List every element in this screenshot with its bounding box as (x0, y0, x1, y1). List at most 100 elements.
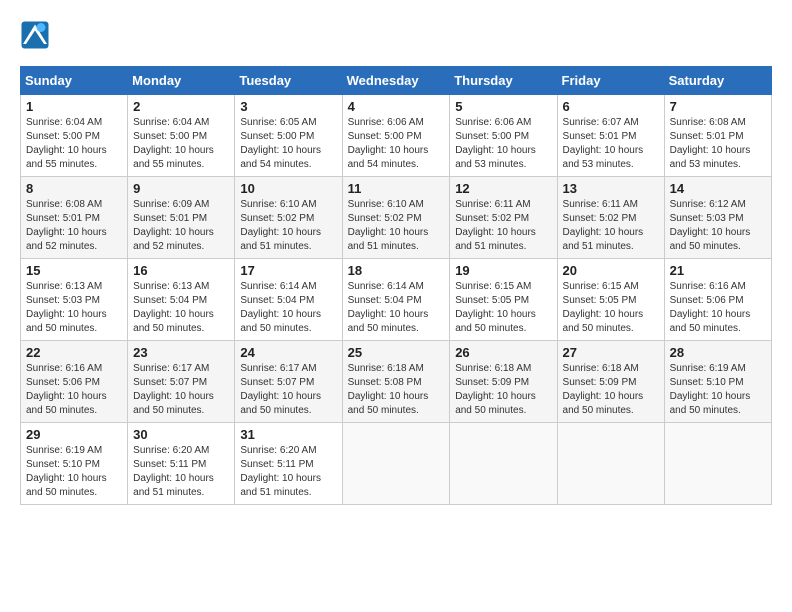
calendar-cell: 17 Sunrise: 6:14 AM Sunset: 5:04 PM Dayl… (235, 259, 342, 341)
logo-icon (20, 20, 50, 50)
day-number: 12 (455, 181, 551, 196)
day-info: Sunrise: 6:15 AM Sunset: 5:05 PM Dayligh… (455, 280, 551, 336)
day-info: Sunrise: 6:09 AM Sunset: 5:01 PM Dayligh… (133, 198, 229, 254)
calendar-cell: 1 Sunrise: 6:04 AM Sunset: 5:00 PM Dayli… (21, 95, 128, 177)
calendar-cell: 22 Sunrise: 6:16 AM Sunset: 5:06 PM Dayl… (21, 341, 128, 423)
calendar-cell: 11 Sunrise: 6:10 AM Sunset: 5:02 PM Dayl… (342, 177, 450, 259)
day-info: Sunrise: 6:04 AM Sunset: 5:00 PM Dayligh… (133, 116, 229, 172)
calendar-cell: 15 Sunrise: 6:13 AM Sunset: 5:03 PM Dayl… (21, 259, 128, 341)
calendar-week-row: 22 Sunrise: 6:16 AM Sunset: 5:06 PM Dayl… (21, 341, 772, 423)
day-number: 15 (26, 263, 122, 278)
day-info: Sunrise: 6:18 AM Sunset: 5:09 PM Dayligh… (455, 362, 551, 418)
weekday-header: Friday (557, 67, 664, 95)
day-info: Sunrise: 6:06 AM Sunset: 5:00 PM Dayligh… (455, 116, 551, 172)
day-info: Sunrise: 6:14 AM Sunset: 5:04 PM Dayligh… (348, 280, 445, 336)
calendar-cell: 28 Sunrise: 6:19 AM Sunset: 5:10 PM Dayl… (664, 341, 771, 423)
day-number: 22 (26, 345, 122, 360)
calendar-cell (664, 423, 771, 505)
calendar-cell: 18 Sunrise: 6:14 AM Sunset: 5:04 PM Dayl… (342, 259, 450, 341)
day-info: Sunrise: 6:19 AM Sunset: 5:10 PM Dayligh… (26, 444, 122, 500)
day-number: 19 (455, 263, 551, 278)
calendar-cell: 12 Sunrise: 6:11 AM Sunset: 5:02 PM Dayl… (450, 177, 557, 259)
day-number: 10 (240, 181, 336, 196)
day-number: 20 (563, 263, 659, 278)
day-info: Sunrise: 6:13 AM Sunset: 5:03 PM Dayligh… (26, 280, 122, 336)
calendar-cell: 30 Sunrise: 6:20 AM Sunset: 5:11 PM Dayl… (128, 423, 235, 505)
calendar-cell: 13 Sunrise: 6:11 AM Sunset: 5:02 PM Dayl… (557, 177, 664, 259)
day-number: 3 (240, 99, 336, 114)
day-number: 16 (133, 263, 229, 278)
day-number: 21 (670, 263, 766, 278)
logo (20, 20, 54, 50)
day-number: 30 (133, 427, 229, 442)
day-info: Sunrise: 6:16 AM Sunset: 5:06 PM Dayligh… (670, 280, 766, 336)
calendar-cell: 19 Sunrise: 6:15 AM Sunset: 5:05 PM Dayl… (450, 259, 557, 341)
day-info: Sunrise: 6:05 AM Sunset: 5:00 PM Dayligh… (240, 116, 336, 172)
day-number: 13 (563, 181, 659, 196)
day-number: 28 (670, 345, 766, 360)
day-number: 4 (348, 99, 445, 114)
day-info: Sunrise: 6:04 AM Sunset: 5:00 PM Dayligh… (26, 116, 122, 172)
day-info: Sunrise: 6:13 AM Sunset: 5:04 PM Dayligh… (133, 280, 229, 336)
day-number: 29 (26, 427, 122, 442)
day-number: 24 (240, 345, 336, 360)
calendar-week-row: 15 Sunrise: 6:13 AM Sunset: 5:03 PM Dayl… (21, 259, 772, 341)
day-number: 11 (348, 181, 445, 196)
day-number: 6 (563, 99, 659, 114)
day-info: Sunrise: 6:10 AM Sunset: 5:02 PM Dayligh… (240, 198, 336, 254)
calendar-cell: 10 Sunrise: 6:10 AM Sunset: 5:02 PM Dayl… (235, 177, 342, 259)
day-number: 14 (670, 181, 766, 196)
day-info: Sunrise: 6:07 AM Sunset: 5:01 PM Dayligh… (563, 116, 659, 172)
calendar-cell (557, 423, 664, 505)
day-info: Sunrise: 6:08 AM Sunset: 5:01 PM Dayligh… (670, 116, 766, 172)
day-number: 27 (563, 345, 659, 360)
calendar-week-row: 29 Sunrise: 6:19 AM Sunset: 5:10 PM Dayl… (21, 423, 772, 505)
calendar-cell: 25 Sunrise: 6:18 AM Sunset: 5:08 PM Dayl… (342, 341, 450, 423)
day-info: Sunrise: 6:14 AM Sunset: 5:04 PM Dayligh… (240, 280, 336, 336)
calendar-cell (450, 423, 557, 505)
calendar-cell: 29 Sunrise: 6:19 AM Sunset: 5:10 PM Dayl… (21, 423, 128, 505)
day-number: 31 (240, 427, 336, 442)
calendar-cell: 2 Sunrise: 6:04 AM Sunset: 5:00 PM Dayli… (128, 95, 235, 177)
calendar-cell: 26 Sunrise: 6:18 AM Sunset: 5:09 PM Dayl… (450, 341, 557, 423)
day-info: Sunrise: 6:10 AM Sunset: 5:02 PM Dayligh… (348, 198, 445, 254)
calendar-cell: 8 Sunrise: 6:08 AM Sunset: 5:01 PM Dayli… (21, 177, 128, 259)
calendar-cell: 20 Sunrise: 6:15 AM Sunset: 5:05 PM Dayl… (557, 259, 664, 341)
day-info: Sunrise: 6:11 AM Sunset: 5:02 PM Dayligh… (455, 198, 551, 254)
day-info: Sunrise: 6:20 AM Sunset: 5:11 PM Dayligh… (240, 444, 336, 500)
day-info: Sunrise: 6:19 AM Sunset: 5:10 PM Dayligh… (670, 362, 766, 418)
calendar-cell: 6 Sunrise: 6:07 AM Sunset: 5:01 PM Dayli… (557, 95, 664, 177)
day-info: Sunrise: 6:18 AM Sunset: 5:09 PM Dayligh… (563, 362, 659, 418)
calendar-cell: 14 Sunrise: 6:12 AM Sunset: 5:03 PM Dayl… (664, 177, 771, 259)
page-header (20, 20, 772, 50)
calendar-cell: 31 Sunrise: 6:20 AM Sunset: 5:11 PM Dayl… (235, 423, 342, 505)
calendar-cell: 16 Sunrise: 6:13 AM Sunset: 5:04 PM Dayl… (128, 259, 235, 341)
calendar-cell: 3 Sunrise: 6:05 AM Sunset: 5:00 PM Dayli… (235, 95, 342, 177)
day-info: Sunrise: 6:17 AM Sunset: 5:07 PM Dayligh… (133, 362, 229, 418)
day-info: Sunrise: 6:15 AM Sunset: 5:05 PM Dayligh… (563, 280, 659, 336)
weekday-header: Wednesday (342, 67, 450, 95)
weekday-header: Thursday (450, 67, 557, 95)
day-info: Sunrise: 6:18 AM Sunset: 5:08 PM Dayligh… (348, 362, 445, 418)
day-number: 23 (133, 345, 229, 360)
day-number: 17 (240, 263, 336, 278)
day-info: Sunrise: 6:11 AM Sunset: 5:02 PM Dayligh… (563, 198, 659, 254)
day-number: 1 (26, 99, 122, 114)
calendar-cell: 9 Sunrise: 6:09 AM Sunset: 5:01 PM Dayli… (128, 177, 235, 259)
calendar-cell: 7 Sunrise: 6:08 AM Sunset: 5:01 PM Dayli… (664, 95, 771, 177)
day-number: 2 (133, 99, 229, 114)
calendar-cell: 27 Sunrise: 6:18 AM Sunset: 5:09 PM Dayl… (557, 341, 664, 423)
calendar-cell: 24 Sunrise: 6:17 AM Sunset: 5:07 PM Dayl… (235, 341, 342, 423)
day-info: Sunrise: 6:17 AM Sunset: 5:07 PM Dayligh… (240, 362, 336, 418)
calendar-table: SundayMondayTuesdayWednesdayThursdayFrid… (20, 66, 772, 505)
calendar-cell: 5 Sunrise: 6:06 AM Sunset: 5:00 PM Dayli… (450, 95, 557, 177)
day-number: 8 (26, 181, 122, 196)
day-number: 7 (670, 99, 766, 114)
calendar-cell: 23 Sunrise: 6:17 AM Sunset: 5:07 PM Dayl… (128, 341, 235, 423)
weekday-header: Monday (128, 67, 235, 95)
day-info: Sunrise: 6:06 AM Sunset: 5:00 PM Dayligh… (348, 116, 445, 172)
day-number: 5 (455, 99, 551, 114)
day-info: Sunrise: 6:12 AM Sunset: 5:03 PM Dayligh… (670, 198, 766, 254)
calendar-cell (342, 423, 450, 505)
day-number: 25 (348, 345, 445, 360)
